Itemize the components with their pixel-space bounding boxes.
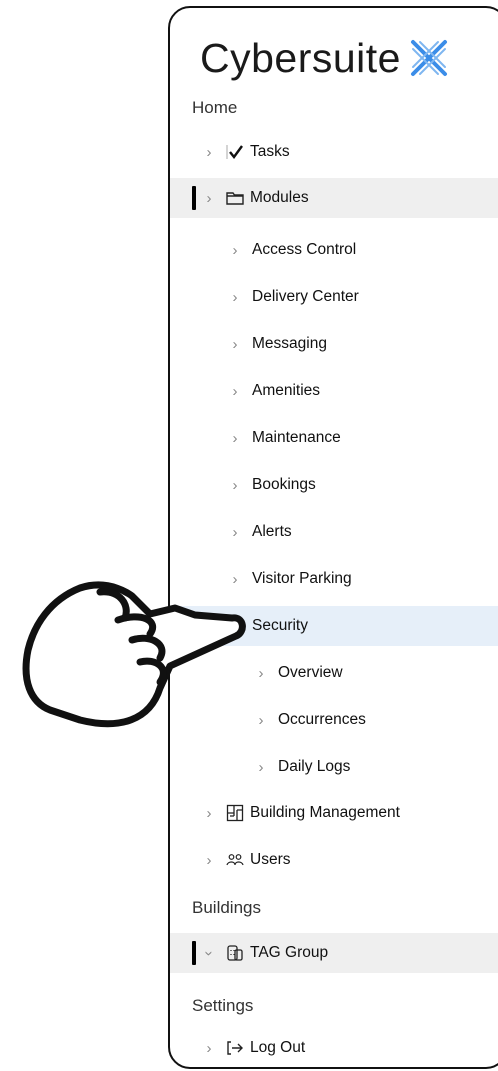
sidebar-item-daily-logs[interactable]: › Daily Logs <box>170 747 498 787</box>
sidebar-item-label: Modules <box>250 189 309 206</box>
folder-icon <box>226 189 244 207</box>
active-marker <box>192 186 196 210</box>
cross-x-logo-icon <box>410 40 447 76</box>
brand: Cybersuite <box>200 28 451 88</box>
sidebar-item-label: Visitor Parking <box>252 570 352 587</box>
sidebar-item-messaging[interactable]: › Messaging <box>170 324 498 364</box>
chevron-right-icon: › <box>232 429 238 447</box>
sidebar-item-maintenance[interactable]: › Maintenance <box>170 418 498 458</box>
sidebar-item-label: Occurrences <box>278 711 366 728</box>
chevron-right-icon: › <box>232 241 238 259</box>
sidebar-item-label: Tasks <box>250 143 290 160</box>
sidebar-item-label: Access Control <box>252 241 357 258</box>
sidebar-item-alerts[interactable]: › Alerts <box>170 512 498 552</box>
section-settings: Settings <box>192 996 254 1015</box>
chevron-right-icon: › <box>232 476 238 494</box>
sidebar-item-label: Log Out <box>250 1039 306 1056</box>
sidebar-item-building-management[interactable]: › Building Management <box>170 793 498 833</box>
section-home: Home <box>192 98 238 117</box>
sidebar-item-modules[interactable]: › Modules <box>170 178 498 218</box>
sidebar-item-label: Daily Logs <box>278 758 351 775</box>
pointing-hand-icon <box>22 581 246 728</box>
sidebar-item-label: TAG Group <box>250 944 329 961</box>
chevron-right-icon: › <box>232 335 238 353</box>
building-icon <box>226 944 244 962</box>
sidebar-item-amenities[interactable]: › Amenities <box>170 371 498 411</box>
chevron-right-icon: › <box>206 1039 212 1057</box>
floorplan-icon <box>226 804 244 822</box>
sidebar-item-access-control[interactable]: › Access Control <box>170 230 498 270</box>
chevron-right-icon: › <box>258 758 264 776</box>
chevron-down-icon: › <box>200 950 218 956</box>
users-icon <box>226 851 244 869</box>
sidebar-item-delivery-center[interactable]: › Delivery Center <box>170 277 498 317</box>
chevron-right-icon: › <box>206 189 212 207</box>
chevron-right-icon: › <box>206 804 212 822</box>
sidebar-item-bookings[interactable]: › Bookings <box>170 465 498 505</box>
chevron-right-icon: › <box>206 143 212 161</box>
sidebar-item-label: Amenities <box>252 382 321 399</box>
chevron-right-icon: › <box>232 288 238 306</box>
sidebar-item-label: Alerts <box>252 523 292 540</box>
brand-name: Cybersuite <box>200 34 401 81</box>
checkmark-icon <box>226 143 244 161</box>
logout-icon <box>226 1039 244 1057</box>
sidebar-item-label: Maintenance <box>252 429 341 446</box>
sidebar-item-tasks[interactable]: › Tasks <box>170 132 498 172</box>
chevron-right-icon: › <box>206 851 212 869</box>
sidebar-item-label: Bookings <box>252 476 316 493</box>
sidebar-item-label: Building Management <box>250 804 400 821</box>
sidebar-item-label: Messaging <box>252 335 327 352</box>
sidebar-item-label: Delivery Center <box>252 288 359 305</box>
sidebar-item-log-out[interactable]: › Log Out <box>170 1028 498 1067</box>
sidebar-item-label: Users <box>250 851 291 868</box>
active-marker <box>192 941 196 965</box>
section-buildings: Buildings <box>192 898 261 917</box>
chevron-right-icon: › <box>232 523 238 541</box>
chevron-right-icon: › <box>232 382 238 400</box>
sidebar-item-users[interactable]: › Users <box>170 840 498 880</box>
sidebar-panel: Cybersuite Home › Tasks › Modules › Acce… <box>168 6 498 1069</box>
sidebar-item-tag-group[interactable]: › TAG Group <box>170 933 498 973</box>
sidebar-item-label: Overview <box>278 664 343 681</box>
sidebar-item-label: Security <box>252 617 308 634</box>
